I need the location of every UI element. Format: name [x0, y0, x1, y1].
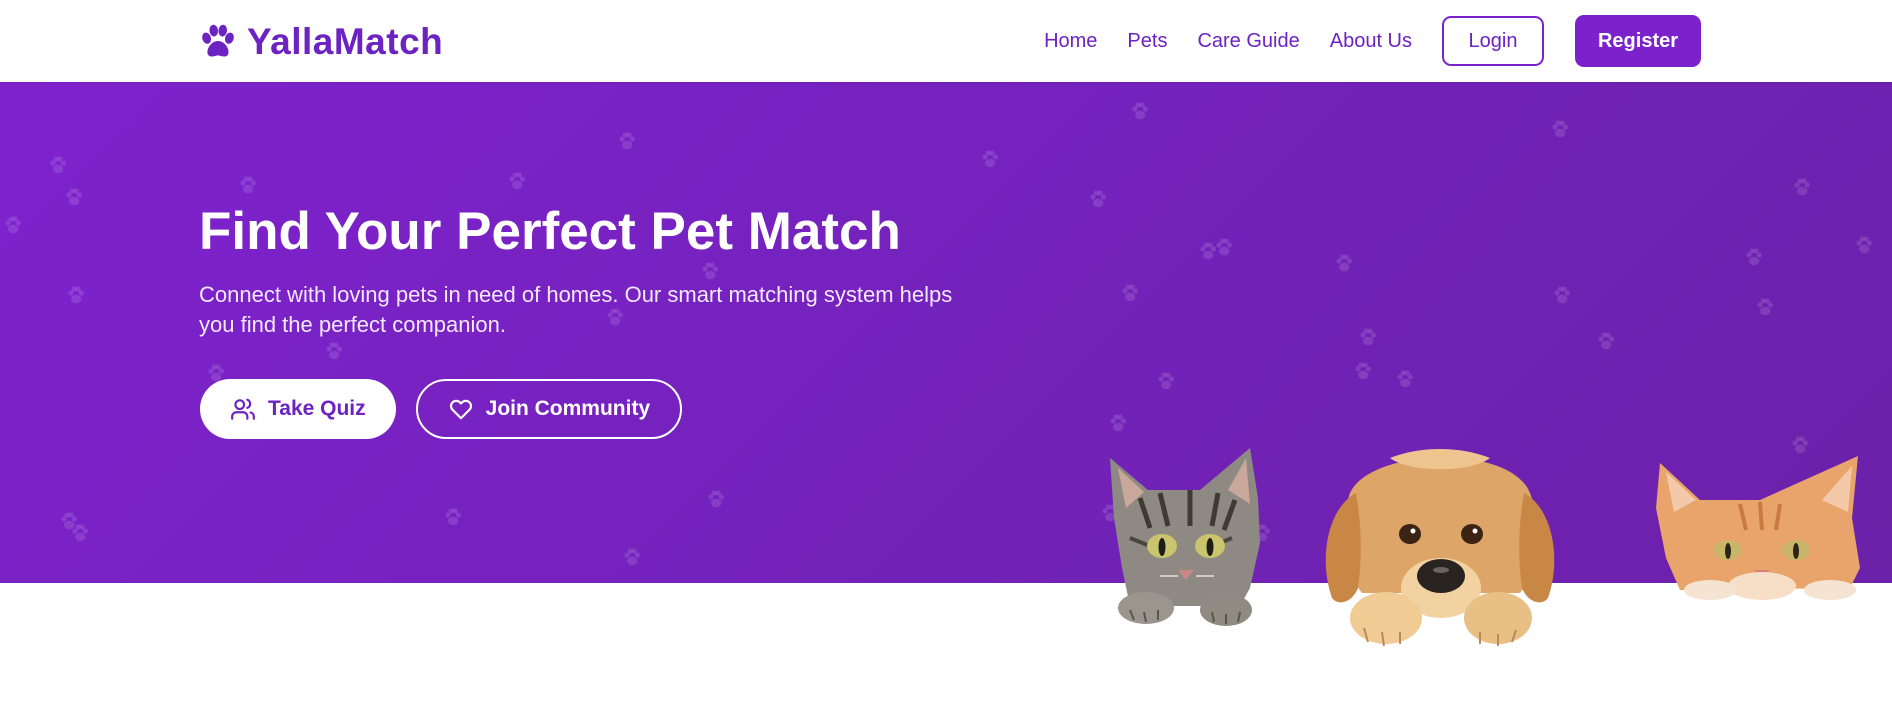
heart-icon — [449, 399, 472, 420]
join-community-label: Join Community — [485, 397, 651, 420]
brand-name: YallaMatch — [247, 21, 444, 62]
register-button[interactable]: Register — [1575, 15, 1701, 67]
hero-subtitle: Connect with loving pets in need of home… — [199, 282, 953, 337]
hero-title: Find Your Perfect Pet Match — [199, 202, 901, 261]
take-quiz-label: Take Quiz — [268, 397, 366, 420]
main-nav: Home Pets Care Guide About Us Login Regi… — [1044, 15, 1701, 67]
golden-retriever-image — [1325, 449, 1555, 647]
login-button[interactable]: Login — [1442, 16, 1544, 66]
nav-pets-link[interactable]: Pets — [1127, 30, 1167, 53]
nav-about-us-link[interactable]: About Us — [1330, 30, 1412, 53]
pets-peeking-illustration — [1110, 448, 1860, 647]
site-header: YallaMatch Home Pets Care Guide About Us… — [0, 0, 1892, 82]
join-community-button[interactable]: Join Community — [415, 379, 683, 439]
tabby-cat-image — [1110, 448, 1260, 626]
nav-home-link[interactable]: Home — [1044, 30, 1097, 53]
brand-logo[interactable]: YallaMatch — [199, 20, 443, 64]
users-icon — [231, 398, 255, 420]
hero-actions: Take Quiz Join Community — [200, 379, 683, 439]
take-quiz-button[interactable]: Take Quiz — [200, 379, 396, 439]
nav-care-guide-link[interactable]: Care Guide — [1197, 30, 1299, 53]
paw-icon — [202, 24, 234, 57]
ginger-kitten-image — [1656, 456, 1860, 600]
